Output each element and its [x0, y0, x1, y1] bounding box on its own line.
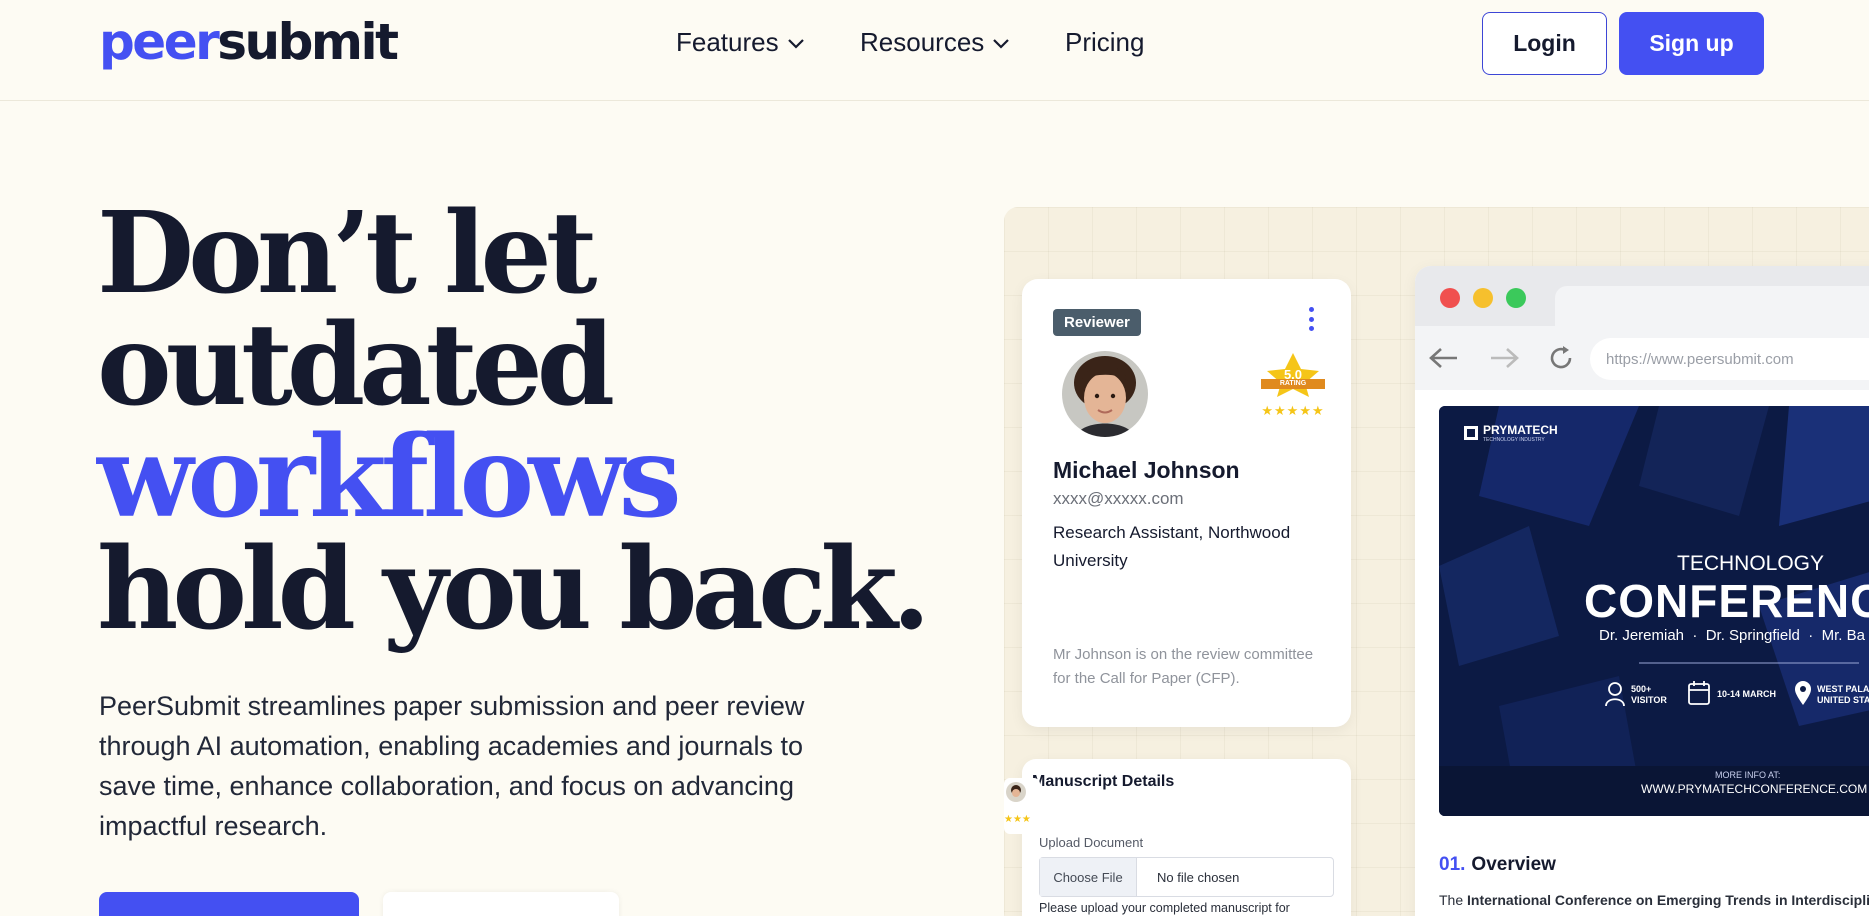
overview-number: 01.: [1439, 854, 1466, 875]
choose-file-button[interactable]: Choose File: [1040, 858, 1137, 896]
primary-cta-button[interactable]: [99, 892, 359, 916]
poster-location-line1: WEST PALA: [1817, 684, 1869, 694]
browser-mockup: https://www.peersubmit.com PRYMATECH TEC…: [1415, 266, 1869, 916]
headline-line-2: outdated: [97, 300, 615, 431]
headline-line-3: workflows: [97, 412, 682, 543]
reviewer-note: Mr Johnson is on the review committee fo…: [1053, 646, 1314, 687]
poster-website: WWW.PRYMATECHCONFERENCE.COM: [1641, 782, 1868, 796]
poster-technology: TECHNOLOGY: [1677, 552, 1825, 575]
poster-speakers: Dr. Jeremiah · Dr. Springfield · Mr. Ba: [1599, 627, 1865, 644]
poster-date: 10-14 MARCH: [1717, 689, 1777, 699]
logo[interactable]: peersubmit: [99, 13, 399, 71]
rating-label: RATING: [1279, 380, 1307, 387]
poster-visitor-label: VISITOR: [1631, 695, 1667, 705]
file-status: No file chosen: [1157, 869, 1240, 885]
nav-pricing-label: Pricing: [1065, 27, 1145, 57]
file-upload-field[interactable]: Choose File No file chosen: [1039, 857, 1334, 897]
upload-help-text: Please upload your completed manuscript …: [1039, 901, 1290, 915]
chevron-down-icon: [787, 38, 804, 49]
nav-features-label: Features: [676, 27, 779, 57]
reload-icon: [1550, 346, 1572, 369]
minimize-dot-icon: [1473, 288, 1493, 308]
address-bar[interactable]: https://www.peersubmit.com: [1590, 338, 1869, 380]
overview-text-bold: International Conference on Emerging Tre…: [1467, 892, 1869, 908]
browser-tab: [1555, 286, 1869, 326]
poster-more-info: MORE INFO AT:: [1715, 770, 1781, 780]
overview-text-prefix: The: [1439, 892, 1468, 908]
poster-brand-sub: TECHNOLOGY INDUSTRY: [1483, 437, 1545, 443]
more-options-icon[interactable]: [1305, 307, 1317, 331]
secondary-cta-button[interactable]: [383, 892, 619, 916]
headline-line-4: hold you back.: [97, 524, 931, 655]
overview-heading: 01. Overview: [1439, 854, 1556, 876]
close-dot-icon: [1440, 288, 1460, 308]
logo-part-peer: peer: [99, 13, 220, 71]
poster-location-line2: UNITED STA: [1817, 695, 1869, 705]
nav-pricing[interactable]: Pricing: [1065, 27, 1144, 58]
poster-brand: PRYMATECH: [1483, 423, 1558, 437]
poster-visitor-count: 500+: [1631, 684, 1652, 694]
manuscript-card: Manuscript Details Upload Document Choos…: [1022, 759, 1351, 916]
rating-badge: 5.0 RATING ★★★★★: [1257, 351, 1329, 431]
hero-headline: Don’t let outdated workflows hold you ba…: [97, 188, 931, 655]
avatar: [1062, 351, 1148, 437]
mini-reviewer-avatar: ★★★: [1004, 778, 1040, 834]
person-icon: [1605, 682, 1625, 707]
reviewer-email: xxxx@xxxxx.com: [1053, 489, 1184, 508]
headline-line-1: Don’t let: [97, 188, 598, 319]
rating-stars: ★★★★★: [1261, 403, 1325, 418]
forward-arrow-icon: [1491, 348, 1519, 368]
poster-conference: CONFERENC: [1584, 575, 1869, 627]
manuscript-title: Manuscript Details: [1032, 773, 1175, 790]
chevron-down-icon: [993, 38, 1010, 49]
conference-poster: PRYMATECH TECHNOLOGY INDUSTRY TECHNOLOGY…: [1439, 406, 1869, 816]
nav-resources[interactable]: Resources: [860, 27, 1010, 58]
login-button[interactable]: Login: [1482, 12, 1607, 75]
top-nav: peersubmit Features Resources Pricing Lo…: [0, 0, 1869, 101]
nav-features[interactable]: Features: [676, 27, 805, 58]
logo-part-submit: submit: [217, 13, 399, 71]
calendar-icon: [1688, 681, 1710, 705]
reviewer-role: Research Assistant, Northwood University: [1053, 523, 1291, 570]
overview-title: Overview: [1471, 854, 1556, 875]
svg-text:★★★: ★★★: [1004, 814, 1031, 825]
back-arrow-icon: [1429, 348, 1457, 368]
signup-button[interactable]: Sign up: [1619, 12, 1764, 75]
maximize-dot-icon: [1506, 288, 1526, 308]
location-pin-icon: [1795, 681, 1811, 705]
hero-description: PeerSubmit streamlines paper submission …: [99, 691, 805, 841]
overview-text: The International Conference on Emerging…: [1439, 892, 1869, 908]
reviewer-card: Reviewer 5.0 RATING ★★★★★ Michael Johnso…: [1022, 279, 1351, 727]
reviewer-badge: Reviewer: [1053, 309, 1141, 336]
upload-label: Upload Document: [1039, 835, 1144, 850]
reviewer-name: Michael Johnson: [1053, 457, 1240, 483]
nav-resources-label: Resources: [860, 27, 985, 57]
